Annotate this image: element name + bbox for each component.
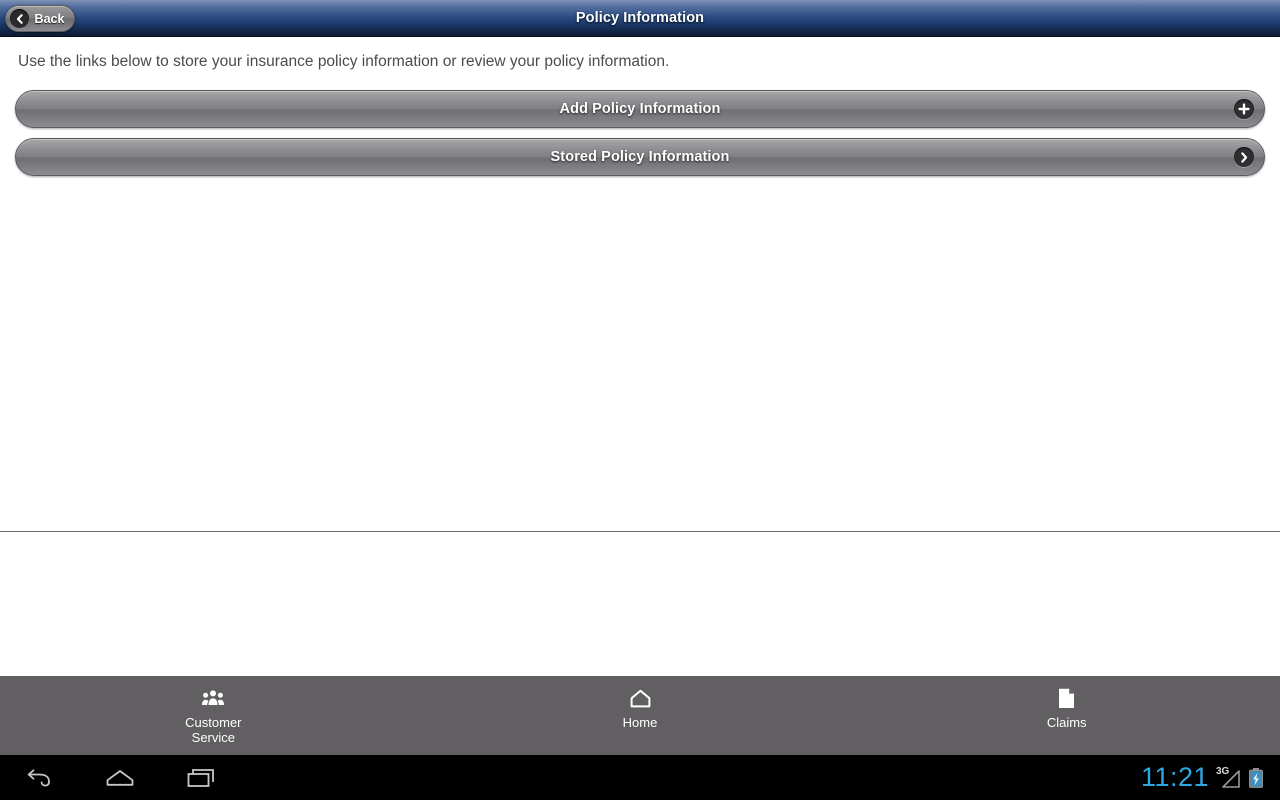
tab-home-label: Home bbox=[622, 715, 658, 730]
chevron-right-icon bbox=[1234, 147, 1254, 167]
tab-customer-service[interactable]: Customer Service bbox=[0, 676, 427, 755]
tab-home[interactable]: Home bbox=[427, 676, 854, 755]
home-icon bbox=[630, 687, 651, 709]
battery-charging-icon bbox=[1248, 767, 1264, 789]
people-group-icon bbox=[202, 687, 225, 709]
stored-policy-information-button[interactable]: Stored Policy Information bbox=[15, 138, 1265, 176]
add-policy-information-label: Add Policy Information bbox=[559, 101, 721, 117]
tab-claims[interactable]: Claims bbox=[853, 676, 1280, 755]
signal-triangle-icon: 3G bbox=[1216, 765, 1241, 789]
document-icon bbox=[1058, 687, 1075, 709]
android-back-icon[interactable] bbox=[18, 762, 60, 794]
intro-text: Use the links below to store your insura… bbox=[18, 53, 670, 70]
tab-customer-service-label: Customer Service bbox=[185, 715, 241, 745]
tab-customer-service-label-line2: Service bbox=[191, 730, 236, 745]
stored-policy-information-label: Stored Policy Information bbox=[550, 149, 730, 165]
android-system-bar: 11:21 3G bbox=[0, 755, 1280, 800]
add-policy-information-button[interactable]: Add Policy Information bbox=[15, 90, 1265, 128]
status-clock: 11:21 bbox=[1140, 762, 1209, 792]
app-root: Back Policy Information Use the links be… bbox=[0, 0, 1280, 800]
bottom-tab-bar: Customer Service Home Claims bbox=[0, 676, 1280, 755]
android-recents-icon[interactable] bbox=[180, 762, 222, 794]
plus-icon bbox=[1234, 99, 1254, 119]
page-title: Policy Information bbox=[575, 10, 705, 26]
network-type-label: 3G bbox=[1216, 765, 1230, 777]
tab-customer-service-label-line1: Customer bbox=[185, 715, 242, 730]
title-bar: Back Policy Information bbox=[0, 0, 1280, 37]
android-home-icon[interactable] bbox=[99, 762, 141, 794]
policy-links-list: Add Policy Information Stored Policy Inf… bbox=[15, 90, 1265, 186]
android-nav-buttons bbox=[18, 755, 222, 800]
footer-logo-area: SBS INSURANCE AGENCY Trusted Choice ® bbox=[0, 532, 1280, 676]
tab-claims-label: Claims bbox=[1046, 715, 1087, 730]
android-status-icons: 11:21 3G bbox=[1141, 755, 1264, 800]
